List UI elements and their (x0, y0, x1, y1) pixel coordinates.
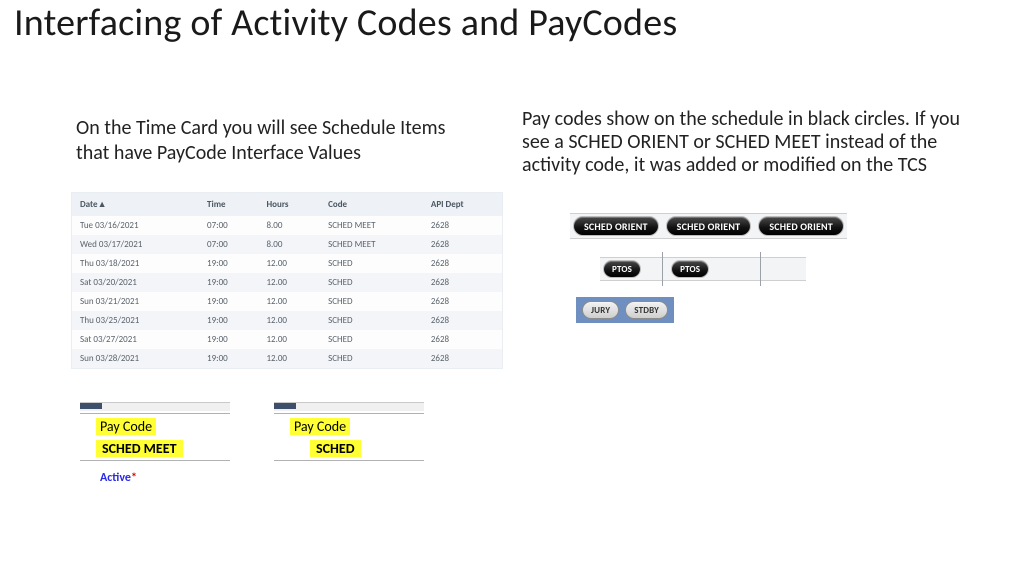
paycode-label: Pay Code (96, 418, 156, 435)
schedule-pill[interactable]: SCHED ORIENT (758, 216, 844, 236)
pill-row-jury: JURY STDBY (576, 297, 674, 323)
pill-row-ptos: PTOS PTOS (600, 257, 806, 281)
grid-divider-icon (662, 252, 663, 286)
required-asterisk-icon: * (131, 471, 137, 485)
paycode-label: Pay Code (290, 418, 350, 435)
sort-asc-icon: ▲ (98, 199, 107, 210)
col-code[interactable]: Code (320, 193, 423, 216)
schedule-pill[interactable]: JURY (582, 301, 619, 319)
window-titlebar-fragment (274, 402, 424, 411)
schedule-pill[interactable]: PTOS (671, 260, 709, 278)
active-link[interactable]: Active* (100, 471, 230, 485)
schedule-pill[interactable]: STDBY (625, 301, 668, 319)
col-date[interactable]: Date▲ (72, 193, 199, 216)
table-row: Wed 03/17/202107:008.00SCHED MEET2628 (72, 235, 502, 254)
page-title: Interfacing of Activity Codes and PayCod… (14, 0, 677, 46)
paycode-snippet-1: Pay Code SCHED MEET Active* (80, 402, 230, 485)
table-header-row: Date▲ Time Hours Code API Dept (72, 193, 502, 216)
schedule-pill-area: SCHED ORIENT SCHED ORIENT SCHED ORIENT P… (570, 213, 847, 341)
table-row: Thu 03/18/202119:0012.00SCHED2628 (72, 254, 502, 273)
schedule-pill[interactable]: PTOS (603, 260, 641, 278)
schedule-pill[interactable]: SCHED ORIENT (573, 216, 659, 236)
timecard-table: Date▲ Time Hours Code API Dept Tue 03/16… (72, 193, 502, 368)
left-paragraph: On the Time Card you will see Schedule I… (76, 116, 476, 166)
table-row: Sun 03/28/202119:0012.00SCHED2628 (72, 349, 502, 368)
window-titlebar-fragment (80, 402, 230, 411)
col-hours[interactable]: Hours (258, 193, 320, 216)
schedule-pill[interactable]: SCHED ORIENT (666, 216, 752, 236)
table-row: Sat 03/27/202119:0012.00SCHED2628 (72, 330, 502, 349)
paycode-value: SCHED MEET (96, 440, 183, 457)
table-row: Sat 03/20/202119:0012.00SCHED2628 (72, 273, 502, 292)
paycode-snippet-2: Pay Code SCHED (274, 402, 424, 461)
table-row: Thu 03/25/202119:0012.00SCHED2628 (72, 311, 502, 330)
paycode-value: SCHED (310, 440, 361, 457)
grid-divider-icon (760, 252, 761, 286)
table-row: Tue 03/16/202107:008.00SCHED MEET2628 (72, 216, 502, 235)
pill-row-orient: SCHED ORIENT SCHED ORIENT SCHED ORIENT (570, 213, 847, 239)
table-row: Sun 03/21/202119:0012.00SCHED2628 (72, 292, 502, 311)
right-paragraph: Pay codes show on the schedule in black … (522, 108, 967, 177)
col-time[interactable]: Time (199, 193, 258, 216)
col-dept[interactable]: API Dept (423, 193, 502, 216)
